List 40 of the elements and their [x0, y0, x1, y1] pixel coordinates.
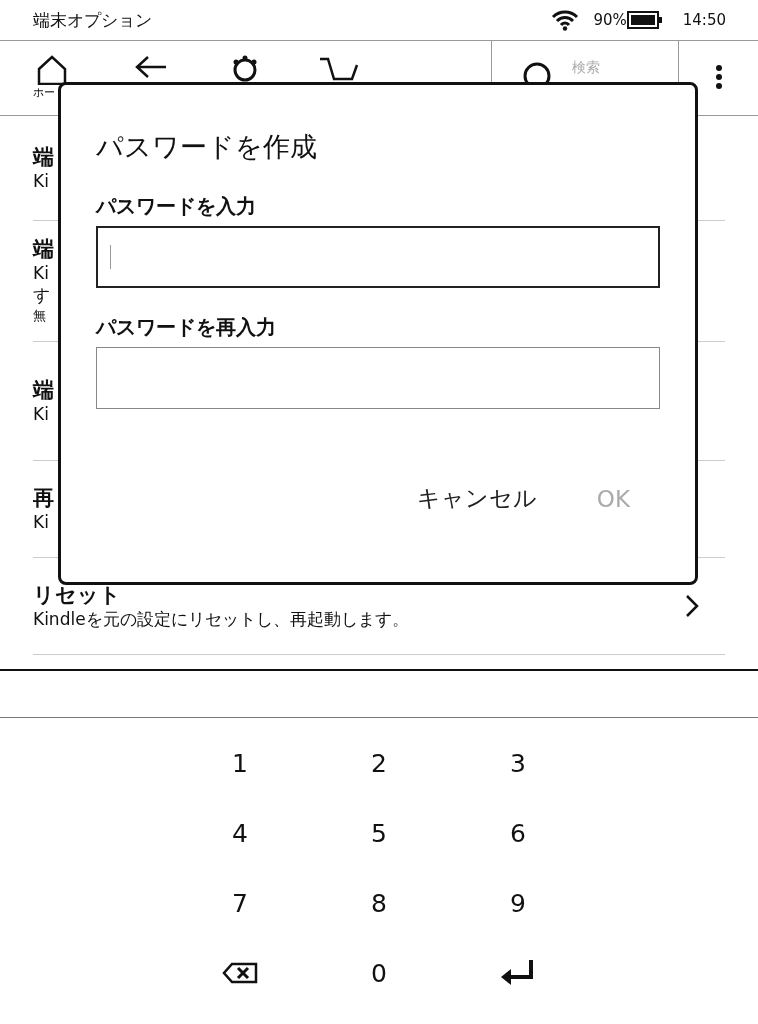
screen-title: 端末オプション — [33, 8, 153, 32]
keypad-key[interactable]: 9 — [448, 868, 588, 938]
setting-note: 無 — [33, 307, 46, 325]
wifi-icon — [551, 9, 580, 31]
setting-title: 端 — [33, 144, 54, 170]
setting-title: リセット — [33, 582, 121, 608]
keypad-key[interactable]: 7 — [170, 868, 310, 938]
password-field[interactable] — [96, 347, 660, 409]
chevron-right-icon[interactable] — [685, 594, 699, 618]
home-label: ホー — [33, 85, 55, 100]
enter-icon[interactable] — [501, 960, 535, 986]
setting-description: Ki — [33, 511, 49, 533]
keypad-key[interactable]: 5 — [309, 798, 449, 868]
keypad-key[interactable]: 6 — [448, 798, 588, 868]
setting-title: 端 — [33, 236, 54, 262]
keypad-key[interactable]: 4 — [170, 798, 310, 868]
clock-time: 14:50 — [682, 11, 726, 29]
keypad-key[interactable]: 0 — [309, 938, 449, 1008]
dialog-title: パスワードを作成 — [96, 130, 318, 164]
setting-description: Ki — [33, 403, 49, 425]
battery-percent: 90% — [593, 11, 627, 29]
setting-description: す — [33, 284, 50, 306]
backspace-icon[interactable] — [222, 962, 258, 984]
keypad-key[interactable]: 2 — [309, 728, 449, 798]
battery-icon — [626, 11, 663, 29]
field-label: パスワードを再入力 — [96, 314, 277, 341]
keypad-key[interactable]: 3 — [448, 728, 588, 798]
more-menu-icon[interactable] — [715, 65, 722, 89]
dialog-button[interactable]: キャンセル — [416, 479, 537, 518]
keypad-key[interactable]: 1 — [170, 728, 310, 798]
home-icon[interactable] — [36, 55, 68, 85]
setting-description: Ki — [33, 262, 49, 284]
field-label: パスワードを入力 — [96, 193, 257, 220]
keypad-key[interactable]: 8 — [309, 868, 449, 938]
setting-description: Kindleを元の設定にリセットし、再起動します。 — [33, 608, 409, 630]
setting-description: Ki — [33, 170, 49, 192]
setting-title: 端 — [33, 377, 54, 403]
back-arrow-icon[interactable] — [134, 55, 168, 79]
setting-title: 再 — [33, 485, 54, 511]
password-field[interactable] — [96, 226, 660, 288]
